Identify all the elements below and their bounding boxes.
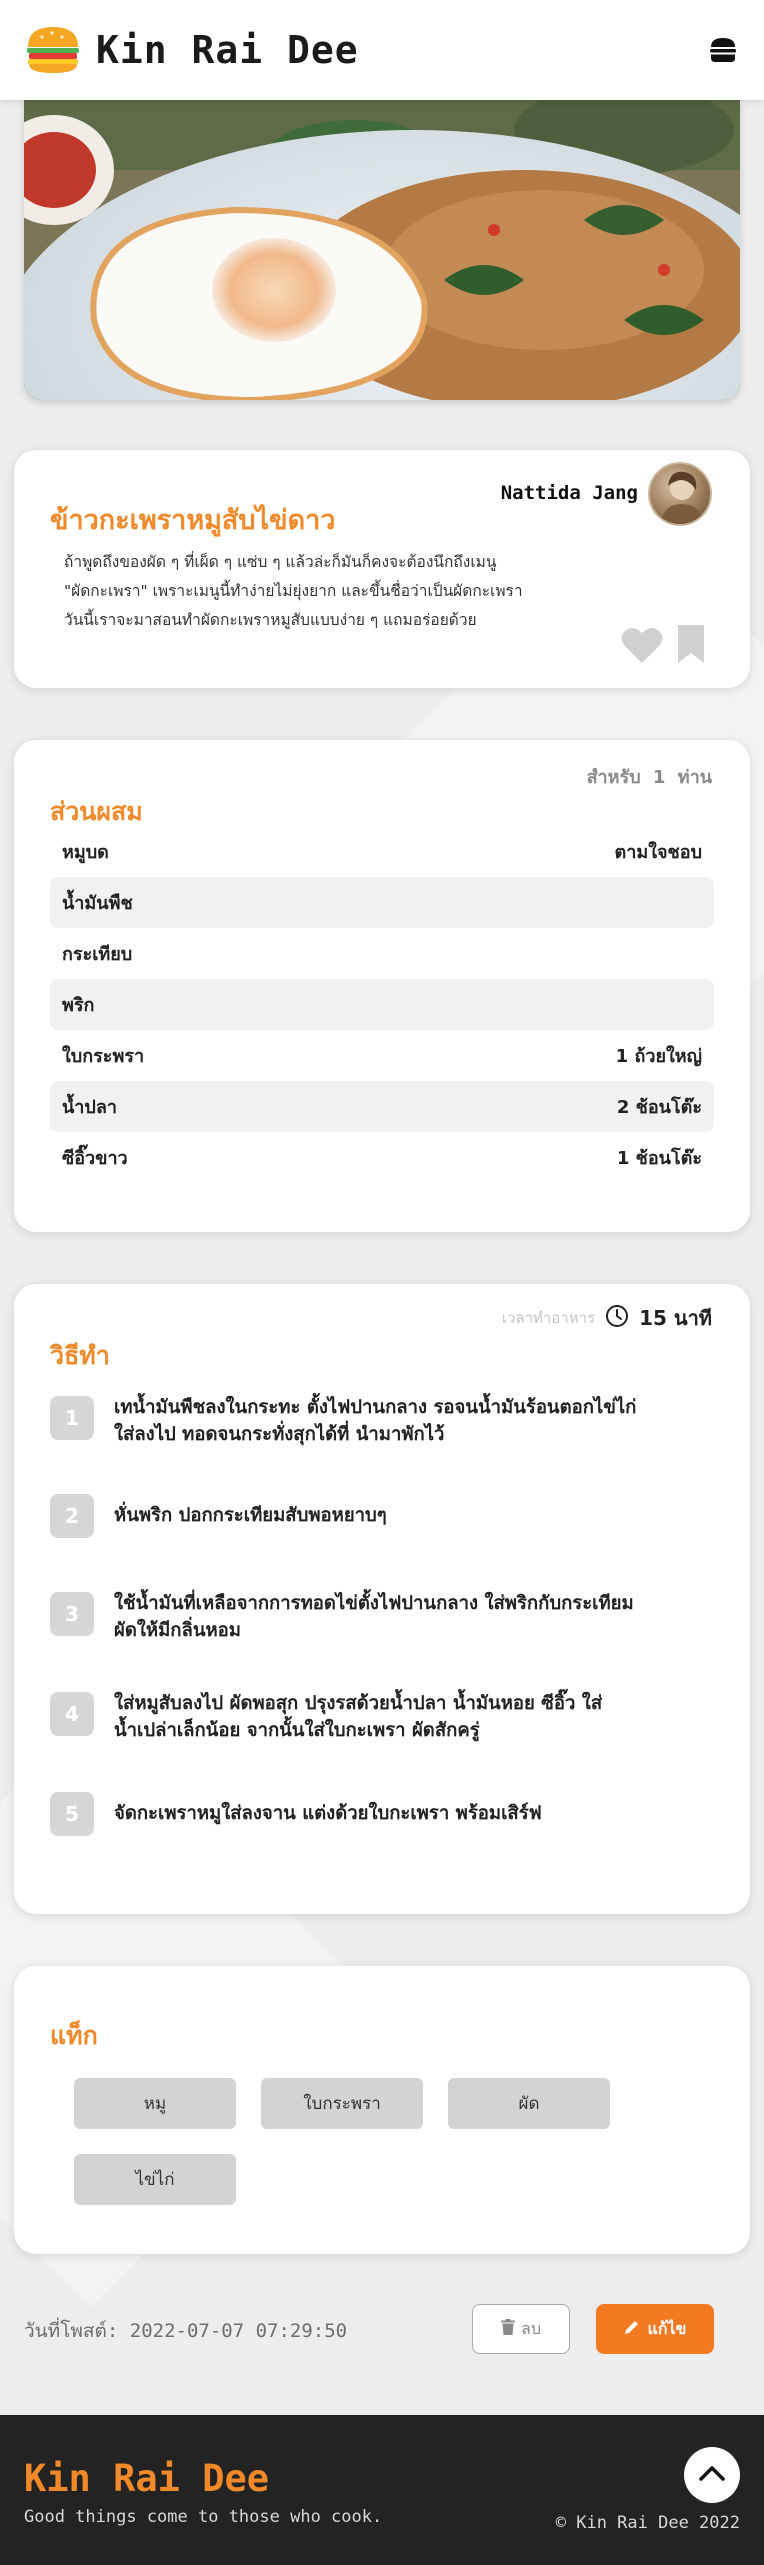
ingredient-row: น้ำปลา 2 ช้อนโต๊ะ bbox=[50, 1081, 714, 1132]
post-date-label: วันที่โพสต์: bbox=[24, 2320, 119, 2342]
tag-chip[interactable]: ใบกระพรา bbox=[261, 2078, 423, 2129]
step-item: 2 หั่นพริก ปอกกระเทียมสับพอหยาบๆ bbox=[50, 1486, 730, 1584]
recipe-description-line: วันนี้เราจะมาสอนทำผัดกะเพราหมูสับแบบง่าย… bbox=[64, 611, 477, 629]
trash-icon bbox=[501, 2319, 516, 2339]
step-text: ใช้น้ำมันที่เหลือจากการทอดไข่ตั้งไฟปานกล… bbox=[114, 1584, 634, 1644]
step-text-line: หั่นพริก ปอกกระเทียมสับพอหยาบๆ bbox=[114, 1505, 387, 1526]
ingredient-row: ซีอิ๊วขาว 1 ช้อนโต๊ะ bbox=[50, 1132, 714, 1183]
step-list: 1 เทน้ำมันพืชลงในกระทะ ตั้งไฟปานกลาง รอจ… bbox=[50, 1388, 730, 1874]
burger-icon[interactable] bbox=[24, 23, 82, 77]
footer-brand[interactable]: Kin Rai Dee bbox=[24, 2457, 269, 2500]
delete-button[interactable]: ลบ bbox=[472, 2304, 570, 2354]
step-item: 3 ใช้น้ำมันที่เหลือจากการทอดไข่ตั้งไฟปาน… bbox=[50, 1584, 730, 1684]
recipe-description: ถ้าพูดถึงของผัด ๆ ที่เผ็ด ๆ แซ่บ ๆ แล้วล… bbox=[64, 548, 594, 635]
serving-unit: ท่าน bbox=[677, 767, 712, 788]
recipe-description-line: ถ้าพูดถึงของผัด ๆ ที่เผ็ด ๆ แซ่บ ๆ แล้วล… bbox=[64, 553, 497, 571]
footer-copyright: © Kin Rai Dee 2022 bbox=[555, 2513, 740, 2533]
edit-button[interactable]: แก้ไข bbox=[596, 2304, 714, 2354]
ingredient-row: หมูบด ตามใจชอบ bbox=[50, 826, 714, 877]
cook-time: เวลาทำอาหาร 15 นาที bbox=[502, 1302, 712, 1334]
ingredient-name: น้ำปลา bbox=[62, 1097, 117, 1118]
ingredient-name: ซีอิ๊วขาว bbox=[62, 1148, 128, 1169]
cook-time-label: เวลาทำอาหาร bbox=[501, 1309, 596, 1327]
ingredient-name: หมูบด bbox=[62, 842, 109, 863]
step-item: 4 ใส่หมูสับลงไป ผัดพอสุก ปรุงรสด้วยน้ำปล… bbox=[50, 1684, 730, 1784]
tag-chip[interactable]: ไข่ไก่ bbox=[74, 2154, 236, 2205]
serving-label: สำหรับ bbox=[586, 767, 641, 788]
step-text: เทน้ำมันพืชลงในกระทะ ตั้งไฟปานกลาง รอจนน… bbox=[114, 1388, 636, 1448]
serving-info: สำหรับ 1 ท่าน bbox=[587, 762, 712, 791]
ingredient-row: น้ำมันพืช bbox=[50, 877, 714, 928]
step-text-line: น้ำเปล่าเล็กน้อย จากนั้นใส่ใบกะเพรา ผัดส… bbox=[114, 1720, 480, 1741]
method-title: วิธีทำ bbox=[50, 1341, 110, 1370]
step-text-line: เทน้ำมันพืชลงในกระทะ ตั้งไฟปานกลาง รอจนน… bbox=[114, 1397, 637, 1418]
ingredient-row: ใบกระพรา 1 ถ้วยใหญ่ bbox=[50, 1030, 714, 1081]
pencil-icon bbox=[624, 2319, 640, 2339]
step-text-line: ใช้น้ำมันที่เหลือจากการทอดไข่ตั้งไฟปานกล… bbox=[114, 1593, 634, 1614]
recipe-hero-image bbox=[24, 100, 740, 400]
author-name[interactable]: Nattida Jang bbox=[501, 482, 638, 504]
recipe-title: ข้าวกะเพราหมูสับไข่ดาว bbox=[50, 505, 336, 536]
step-text-line: จัดกะเพราหมูใส่ลงจาน แต่งด้วยใบกะเพรา พร… bbox=[114, 1803, 542, 1824]
step-text: จัดกะเพราหมูใส่ลงจาน แต่งด้วยใบกะเพรา พร… bbox=[114, 1784, 542, 1827]
heart-icon[interactable] bbox=[620, 625, 664, 665]
clock-icon bbox=[605, 1304, 629, 1332]
ingredient-name: กระเทียบ bbox=[62, 944, 133, 965]
step-item: 1 เทน้ำมันพืชลงในกระทะ ตั้งไฟปานกลาง รอจ… bbox=[50, 1388, 730, 1486]
ingredient-list: หมูบด ตามใจชอบ น้ำมันพืช กระเทียบ พริก ใ… bbox=[50, 826, 714, 1183]
step-number: 2 bbox=[50, 1494, 94, 1538]
step-number: 3 bbox=[50, 1592, 94, 1636]
footer-tagline: Good things come to those who cook. bbox=[24, 2507, 383, 2527]
step-text: หั่นพริก ปอกกระเทียมสับพอหยาบๆ bbox=[114, 1486, 387, 1529]
tags-card: แท็ก หมู ใบกระพรา ผัด ไข่ไก่ bbox=[14, 1966, 750, 2254]
serving-count: 1 bbox=[652, 767, 666, 788]
tag-chip[interactable]: หมู bbox=[74, 2078, 236, 2129]
step-text-line: ผัดให้มีกลิ่นหอม bbox=[114, 1620, 241, 1641]
bookmark-icon[interactable] bbox=[676, 623, 706, 665]
step-text: ใส่หมูสับลงไป ผัดพอสุก ปรุงรสด้วยน้ำปลา … bbox=[114, 1684, 602, 1744]
step-number: 5 bbox=[50, 1792, 94, 1836]
edit-label: แก้ไข bbox=[647, 2318, 687, 2338]
ingredient-name: น้ำมันพืช bbox=[62, 893, 133, 914]
ingredient-amount: ตามใจชอบ bbox=[614, 842, 702, 863]
cook-time-value: 15 นาที bbox=[639, 1306, 712, 1330]
tag-chip[interactable]: ผัด bbox=[448, 2078, 610, 2129]
step-text-line: ใส่หมูสับลงไป ผัดพอสุก ปรุงรสด้วยน้ำปลา … bbox=[114, 1693, 603, 1714]
post-date: วันที่โพสต์: 2022-07-07 07:29:50 bbox=[24, 2316, 347, 2346]
delete-label: ลบ bbox=[521, 2318, 541, 2338]
chevron-up-icon bbox=[698, 2464, 726, 2486]
tag-list: หมู ใบกระพรา ผัด ไข่ไก่ bbox=[74, 2078, 674, 2205]
tags-title: แท็ก bbox=[50, 2021, 98, 2050]
brand-title[interactable]: Kin Rai Dee bbox=[96, 28, 359, 72]
step-number: 4 bbox=[50, 1692, 94, 1736]
ingredient-name: ใบกระพรา bbox=[62, 1046, 145, 1067]
ingredients-card: สำหรับ 1 ท่าน ส่วนผสม หมูบด ตามใจชอบ น้ำ… bbox=[14, 740, 750, 1232]
step-text-line: ใส่ลงไป ทอดจนกระทั่งสุกได้ที่ นำมาพักไว้ bbox=[114, 1424, 445, 1445]
ingredient-amount: 1 ช้อนโต๊ะ bbox=[616, 1148, 702, 1169]
step-item: 5 จัดกะเพราหมูใส่ลงจาน แต่งด้วยใบกะเพรา … bbox=[50, 1784, 730, 1874]
scroll-to-top-button[interactable] bbox=[684, 2447, 740, 2503]
recipe-intro-card: Nattida Jang ข้าวกะเพราหมูสับไข่ดาว ถ้าพ… bbox=[14, 450, 750, 688]
ingredient-name: พริก bbox=[62, 995, 95, 1016]
post-date-value: 2022-07-07 07:29:50 bbox=[129, 2320, 348, 2342]
ingredient-row: พริก bbox=[50, 979, 714, 1030]
ingredient-amount: 1 ถ้วยใหญ่ bbox=[615, 1046, 702, 1067]
ingredient-row: กระเทียบ bbox=[50, 928, 714, 979]
ingredient-amount: 2 ช้อนโต๊ะ bbox=[616, 1097, 702, 1118]
site-footer: Kin Rai Dee Good things come to those wh… bbox=[0, 2415, 764, 2565]
burger-menu-icon[interactable] bbox=[706, 33, 740, 67]
author-avatar[interactable] bbox=[648, 462, 712, 526]
site-header: Kin Rai Dee bbox=[0, 0, 764, 100]
recipe-description-line: "ผัดกะเพรา" เพราะเมนูนี้ทำง่ายไม่ยุ่งยาก… bbox=[64, 582, 523, 600]
step-number: 1 bbox=[50, 1396, 94, 1440]
method-card: เวลาทำอาหาร 15 นาที วิธีทำ 1 เทน้ำมันพืช… bbox=[14, 1284, 750, 1914]
